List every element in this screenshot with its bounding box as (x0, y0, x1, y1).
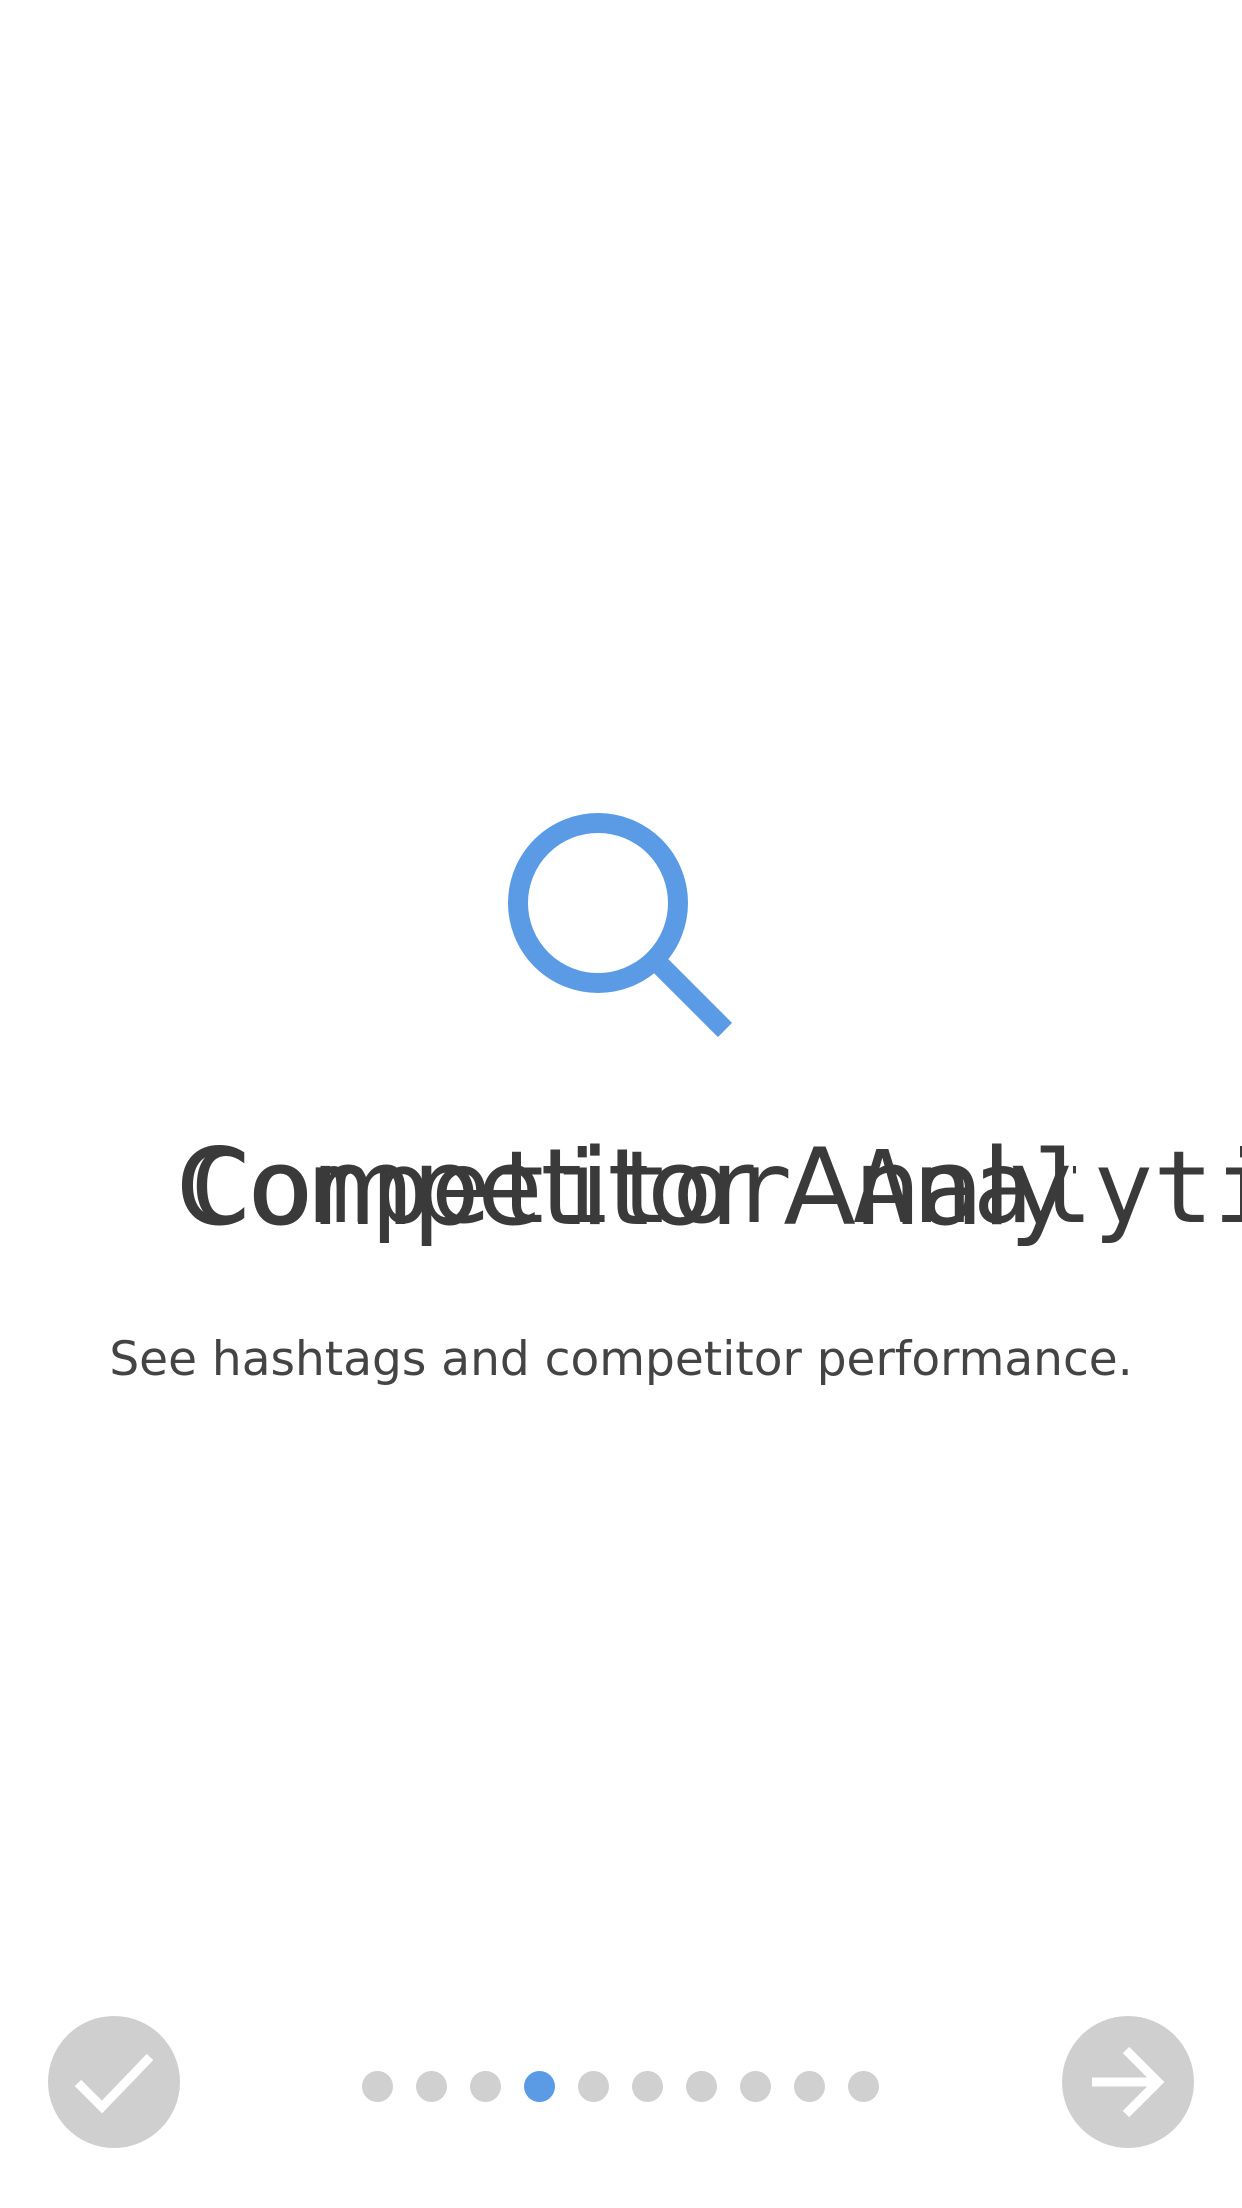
onboarding-screen: Competitor Analytics Competitor Analytic… (0, 0, 1242, 2208)
page-dot[interactable] (686, 2071, 717, 2102)
page-dot-active[interactable] (524, 2071, 555, 2102)
page-dot[interactable] (794, 2071, 825, 2102)
page-dot[interactable] (578, 2071, 609, 2102)
page-dot[interactable] (740, 2071, 771, 2102)
page-dot[interactable] (416, 2071, 447, 2102)
page-dot[interactable] (470, 2071, 501, 2102)
search-icon (508, 813, 733, 1038)
done-button[interactable] (48, 2016, 180, 2148)
page-indicator (362, 2071, 882, 2103)
page-dot[interactable] (848, 2071, 879, 2102)
arrow-right-icon (1092, 2046, 1165, 2118)
page-title-overlay: Competitor Analytics (190, 1129, 1242, 1246)
page-dot[interactable] (362, 2071, 393, 2102)
page-subtitle: See hashtags and competitor performance. (109, 1332, 1133, 1387)
page-dot[interactable] (632, 2071, 663, 2102)
checkmark-icon (74, 2053, 154, 2114)
next-button[interactable] (1062, 2016, 1194, 2148)
